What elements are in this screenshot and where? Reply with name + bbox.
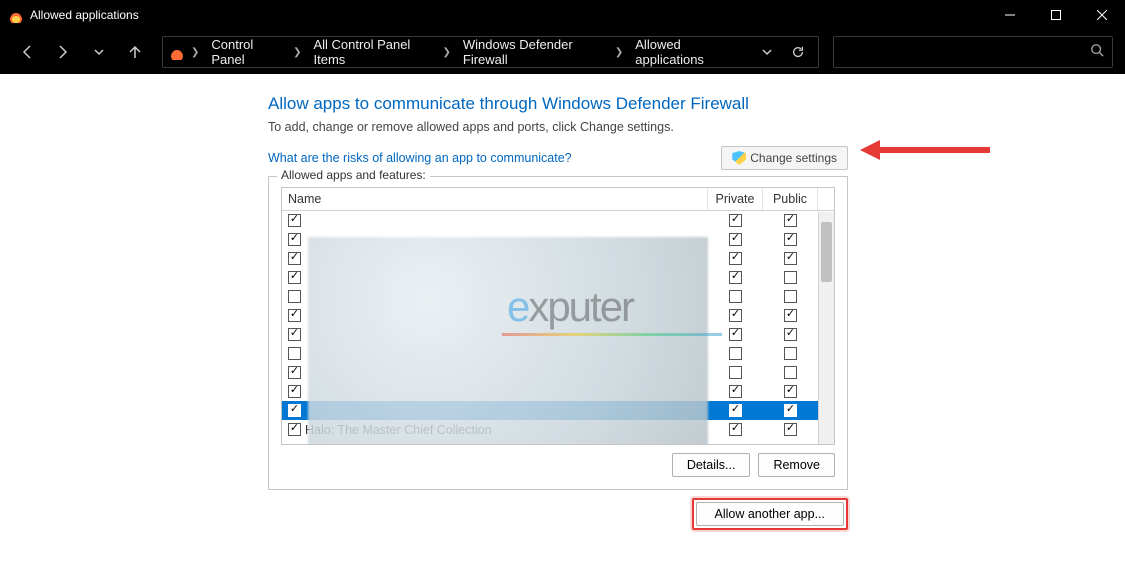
row-public-checkbox[interactable] bbox=[784, 214, 797, 227]
row-private-checkbox[interactable] bbox=[729, 233, 742, 246]
row-enable-checkbox[interactable] bbox=[288, 233, 301, 246]
recent-dropdown-button[interactable] bbox=[84, 37, 114, 67]
row-enable-checkbox[interactable] bbox=[288, 252, 301, 265]
table-row[interactable] bbox=[282, 249, 834, 268]
allowed-apps-group: Allowed apps and features: Name Private … bbox=[268, 176, 848, 490]
address-bar[interactable]: ❯ Control Panel ❯ All Control Panel Item… bbox=[162, 36, 819, 68]
chevron-right-icon: ❯ bbox=[189, 47, 201, 58]
row-enable-checkbox[interactable] bbox=[288, 271, 301, 284]
table-row[interactable] bbox=[282, 401, 834, 420]
row-public-checkbox[interactable] bbox=[784, 290, 797, 303]
up-button[interactable] bbox=[120, 37, 150, 67]
back-button[interactable] bbox=[12, 37, 42, 67]
chevron-right-icon: ❯ bbox=[291, 47, 303, 58]
annotation-highlight: Allow another app... bbox=[692, 498, 849, 530]
table-row[interactable] bbox=[282, 230, 834, 249]
row-enable-checkbox[interactable] bbox=[288, 290, 301, 303]
table-row[interactable] bbox=[282, 211, 834, 230]
table-row[interactable] bbox=[282, 344, 834, 363]
row-public-checkbox[interactable] bbox=[784, 404, 797, 417]
row-enable-checkbox[interactable] bbox=[288, 404, 301, 417]
row-private-checkbox[interactable] bbox=[729, 214, 742, 227]
table-row[interactable]: Halo: The Master Chief Collection bbox=[282, 420, 834, 439]
row-enable-checkbox[interactable] bbox=[288, 423, 301, 436]
annotation-arrow bbox=[860, 142, 990, 160]
chevron-right-icon: ❯ bbox=[613, 47, 625, 58]
crumb-firewall[interactable]: Windows Defender Firewall bbox=[457, 35, 609, 69]
details-button[interactable]: Details... bbox=[672, 453, 751, 477]
row-private-checkbox[interactable] bbox=[729, 290, 742, 303]
column-private[interactable]: Private bbox=[708, 188, 763, 210]
remove-button[interactable]: Remove bbox=[758, 453, 835, 477]
page-description: To add, change or remove allowed apps an… bbox=[268, 120, 1115, 134]
row-enable-checkbox[interactable] bbox=[288, 385, 301, 398]
vertical-scrollbar[interactable] bbox=[818, 212, 834, 444]
window-title: Allowed applications bbox=[30, 8, 139, 22]
scrollbar-thumb[interactable] bbox=[821, 222, 832, 282]
address-history-button[interactable] bbox=[754, 38, 781, 66]
search-input[interactable] bbox=[842, 45, 1090, 60]
minimize-button[interactable] bbox=[987, 0, 1033, 30]
row-public-checkbox[interactable] bbox=[784, 385, 797, 398]
row-enable-checkbox[interactable] bbox=[288, 309, 301, 322]
row-enable-checkbox[interactable] bbox=[288, 328, 301, 341]
row-private-checkbox[interactable] bbox=[729, 366, 742, 379]
table-row[interactable] bbox=[282, 325, 834, 344]
group-label: Allowed apps and features: bbox=[277, 168, 430, 182]
search-icon bbox=[1090, 43, 1104, 62]
breadcrumb: ❯ Control Panel ❯ All Control Panel Item… bbox=[189, 35, 746, 69]
change-settings-button[interactable]: Change settings bbox=[721, 146, 848, 170]
firewall-crumb-icon bbox=[169, 44, 185, 60]
row-public-checkbox[interactable] bbox=[784, 233, 797, 246]
row-private-checkbox[interactable] bbox=[729, 309, 742, 322]
row-private-checkbox[interactable] bbox=[729, 252, 742, 265]
crumb-control-panel[interactable]: Control Panel bbox=[205, 35, 287, 69]
row-private-checkbox[interactable] bbox=[729, 271, 742, 284]
row-public-checkbox[interactable] bbox=[784, 423, 797, 436]
page-title: Allow apps to communicate through Window… bbox=[268, 94, 1115, 114]
table-row[interactable] bbox=[282, 382, 834, 401]
maximize-button[interactable] bbox=[1033, 0, 1079, 30]
row-public-checkbox[interactable] bbox=[784, 366, 797, 379]
table-row[interactable] bbox=[282, 287, 834, 306]
allowed-apps-table[interactable]: Name Private Public exputer Halo: The Ma… bbox=[281, 187, 835, 445]
crumb-all-items[interactable]: All Control Panel Items bbox=[307, 35, 436, 69]
table-header: Name Private Public bbox=[282, 188, 834, 211]
shield-icon bbox=[732, 151, 746, 165]
chevron-right-icon: ❯ bbox=[440, 47, 452, 58]
search-box[interactable] bbox=[833, 36, 1113, 68]
close-button[interactable] bbox=[1079, 0, 1125, 30]
change-settings-label: Change settings bbox=[750, 151, 837, 165]
row-private-checkbox[interactable] bbox=[729, 385, 742, 398]
column-name[interactable]: Name bbox=[282, 188, 708, 210]
firewall-app-icon bbox=[8, 7, 24, 23]
forward-button[interactable] bbox=[48, 37, 78, 67]
row-private-checkbox[interactable] bbox=[729, 404, 742, 417]
row-name-label: Halo: The Master Chief Collection bbox=[305, 423, 492, 437]
row-public-checkbox[interactable] bbox=[784, 271, 797, 284]
risks-link[interactable]: What are the risks of allowing an app to… bbox=[268, 151, 572, 165]
table-body: exputer Halo: The Master Chief Collectio… bbox=[282, 211, 834, 445]
window-titlebar: Allowed applications bbox=[0, 0, 1125, 30]
table-row[interactable] bbox=[282, 268, 834, 287]
row-enable-checkbox[interactable] bbox=[288, 347, 301, 360]
row-public-checkbox[interactable] bbox=[784, 347, 797, 360]
row-private-checkbox[interactable] bbox=[729, 423, 742, 436]
row-enable-checkbox[interactable] bbox=[288, 366, 301, 379]
row-enable-checkbox[interactable] bbox=[288, 214, 301, 227]
row-public-checkbox[interactable] bbox=[784, 309, 797, 322]
content-area: Allow apps to communicate through Window… bbox=[0, 74, 1125, 565]
refresh-button[interactable] bbox=[785, 38, 812, 66]
crumb-allowed-apps[interactable]: Allowed applications bbox=[629, 35, 745, 69]
table-row[interactable] bbox=[282, 363, 834, 382]
allow-another-app-button[interactable]: Allow another app... bbox=[696, 502, 845, 526]
table-row[interactable] bbox=[282, 306, 834, 325]
row-private-checkbox[interactable] bbox=[729, 347, 742, 360]
column-public[interactable]: Public bbox=[763, 188, 818, 210]
row-private-checkbox[interactable] bbox=[729, 328, 742, 341]
navigation-toolbar: ❯ Control Panel ❯ All Control Panel Item… bbox=[0, 30, 1125, 74]
row-public-checkbox[interactable] bbox=[784, 252, 797, 265]
row-public-checkbox[interactable] bbox=[784, 328, 797, 341]
